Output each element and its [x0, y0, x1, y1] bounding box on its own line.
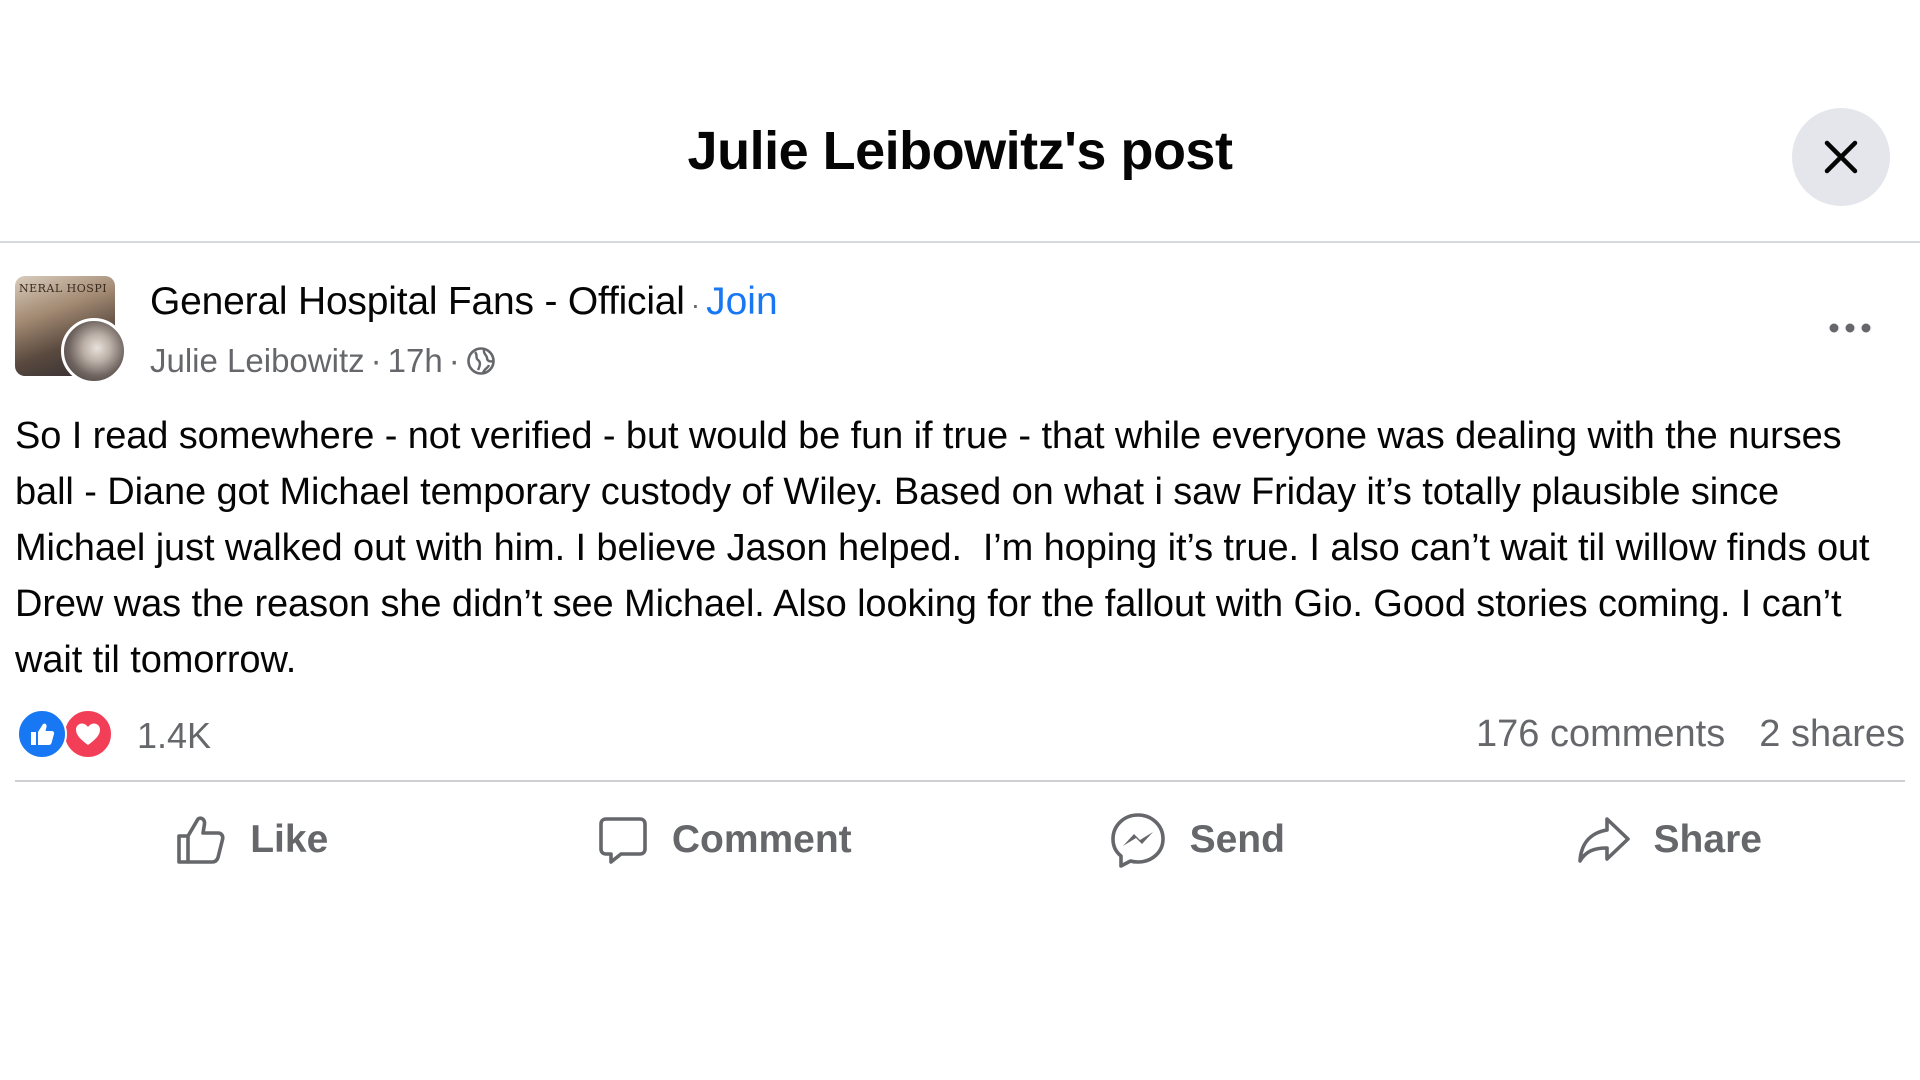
dialog-header: Julie Leibowitz's post — [0, 0, 1920, 243]
thumbs-up-icon — [177, 816, 225, 864]
post-meta: Julie Leibowitz · 17h · — [150, 342, 496, 380]
action-divider — [15, 780, 1905, 782]
share-icon — [1577, 817, 1630, 863]
more-icon — [1829, 323, 1871, 333]
comments-count[interactable]: 176 comments — [1476, 713, 1725, 755]
send-button[interactable]: Send — [960, 800, 1433, 880]
group-name-link[interactable]: General Hospital Fans - Official — [150, 280, 685, 323]
group-name-line: General Hospital Fans - Official · Join — [150, 280, 778, 324]
post-header: NERAL HOSPI General Hospital Fans - Offi… — [15, 276, 1905, 386]
reaction-count[interactable]: 1.4K — [137, 715, 211, 757]
share-label: Share — [1653, 818, 1762, 861]
separator-dot: · — [448, 342, 460, 379]
reactions-row: 1.4K 176 comments 2 shares — [15, 705, 1905, 765]
like-button[interactable]: Like — [15, 800, 488, 880]
engagement-stats: 176 comments 2 shares — [1476, 713, 1905, 756]
like-reaction-icon — [17, 709, 67, 759]
avatar-group[interactable]: NERAL HOSPI — [15, 276, 127, 386]
dialog-title: Julie Leibowitz's post — [687, 121, 1233, 181]
reaction-icons[interactable] — [15, 707, 125, 759]
love-reaction-icon — [63, 709, 113, 759]
messenger-icon — [1110, 813, 1165, 868]
share-button[interactable]: Share — [1433, 800, 1906, 880]
author-name[interactable]: Julie Leibowitz — [150, 342, 365, 380]
close-icon — [1824, 140, 1858, 174]
post-body: So I read somewhere - not verified - but… — [15, 415, 1880, 681]
action-bar: Like Comment Send Share — [15, 800, 1905, 880]
close-button[interactable] — [1792, 108, 1890, 206]
comment-icon — [599, 817, 647, 864]
shares-count[interactable]: 2 shares — [1759, 713, 1905, 755]
post-time[interactable]: 17h — [388, 342, 443, 380]
user-avatar[interactable] — [61, 318, 127, 384]
globe-icon — [466, 347, 495, 375]
separator-dot: · — [370, 342, 382, 379]
comment-label: Comment — [671, 818, 852, 861]
send-label: Send — [1189, 818, 1285, 861]
comment-button[interactable]: Comment — [488, 800, 961, 880]
join-link[interactable]: Join — [706, 280, 778, 323]
post-dialog: Julie Leibowitz's post NERAL HOSPI Gener… — [0, 0, 1920, 1080]
group-avatar-text: NERAL HOSPI — [19, 282, 108, 295]
more-options-button[interactable] — [1815, 298, 1885, 358]
separator-dot: · — [690, 289, 701, 320]
like-label: Like — [250, 818, 329, 861]
